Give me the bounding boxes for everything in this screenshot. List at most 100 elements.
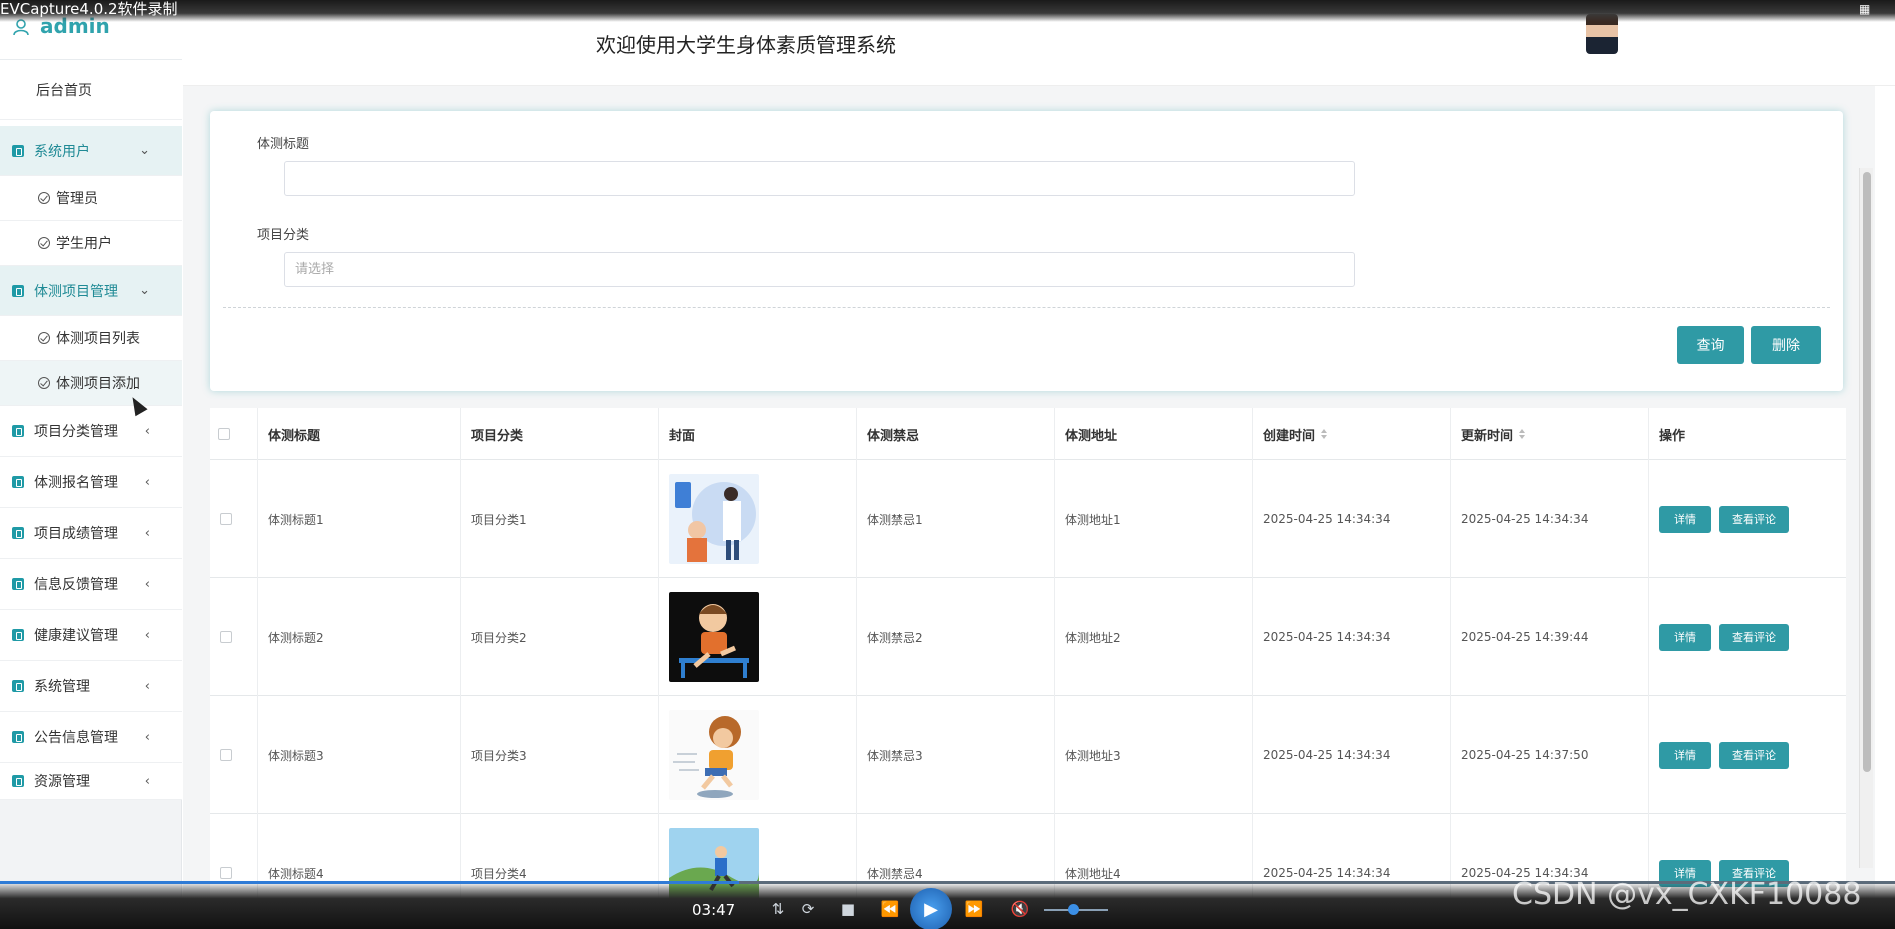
- column-header-sortable[interactable]: 创建时间: [1252, 408, 1450, 460]
- sidebar-group-health-advice[interactable]: 健康建议管理 ‹: [0, 610, 182, 661]
- select-all-checkbox[interactable]: [218, 428, 230, 440]
- row-checkbox[interactable]: [220, 749, 232, 761]
- chevron-down-icon: ⌄: [139, 283, 150, 298]
- chevron-left-icon: ‹: [144, 423, 150, 439]
- data-table: 体测标题 项目分类 封面 体测禁忌 体测地址 创建时间 更新时间 操作 体测标题…: [210, 408, 1846, 929]
- menu-doc-icon: [12, 284, 24, 297]
- column-header-sortable[interactable]: 更新时间: [1450, 408, 1648, 460]
- row-checkbox[interactable]: [220, 867, 232, 879]
- chevron-down-icon: ⌄: [139, 143, 150, 158]
- cell-updated-time: 2025-04-25 14:37:50: [1450, 696, 1648, 814]
- detail-button[interactable]: 详情: [1659, 741, 1711, 769]
- cell-title: 体测标题2: [257, 578, 460, 696]
- sidebar-item-label: 公告信息管理: [34, 730, 118, 746]
- sidebar-item-label: 资源管理: [34, 774, 90, 790]
- sidebar: admin 后台首页 系统用户 ⌄ 管理员 学生用户 体测项目管理 ⌄ 体测项目…: [0, 0, 182, 929]
- stop-icon[interactable]: ■: [834, 896, 862, 922]
- category-select[interactable]: 请选择: [284, 252, 1355, 287]
- sidebar-group-test-items[interactable]: 体测项目管理 ⌄: [0, 266, 182, 316]
- search-form: 体测标题 项目分类 请选择 查询 删除: [210, 111, 1843, 391]
- cover-image[interactable]: [669, 710, 759, 800]
- column-header: 体测禁忌: [856, 408, 1054, 460]
- chevron-left-icon: ‹: [144, 525, 150, 541]
- column-header: 封面: [658, 408, 856, 460]
- volume-knob[interactable]: [1067, 904, 1079, 915]
- playback-time: 03:47: [692, 901, 736, 919]
- cell-created-time: 2025-04-25 14:34:34: [1252, 696, 1450, 814]
- title-search-input[interactable]: [284, 161, 1355, 196]
- cell-cover: [658, 696, 856, 814]
- view-comments-button[interactable]: 查看评论: [1719, 741, 1789, 769]
- repeat-icon[interactable]: ⟳: [794, 896, 822, 922]
- category-field-label: 项目分类: [257, 228, 310, 243]
- column-header: 操作: [1648, 408, 1846, 460]
- sidebar-item-student-users[interactable]: 学生用户: [0, 221, 182, 266]
- sidebar-item-label: 管理员: [56, 191, 98, 207]
- table-header: 体测标题 项目分类 封面 体测禁忌 体测地址 创建时间 更新时间 操作: [210, 408, 1846, 460]
- cell-title: 体测标题1: [257, 460, 460, 578]
- menu-doc-icon: [12, 775, 24, 787]
- sidebar-group-resources[interactable]: 资源管理 ‹: [0, 763, 182, 800]
- detail-button[interactable]: 详情: [1659, 505, 1711, 533]
- chevron-left-icon: ‹: [144, 627, 150, 643]
- detail-button[interactable]: 详情: [1659, 623, 1711, 651]
- system-title: 欢迎使用大学生身体素质管理系统: [596, 33, 896, 57]
- sidebar-group-scores[interactable]: 项目成绩管理 ‹: [0, 508, 182, 559]
- sidebar-item-test-item-list[interactable]: 体测项目列表: [0, 316, 182, 361]
- page-scrollbar[interactable]: [1859, 168, 1873, 868]
- cell-taboo: 体测禁忌2: [856, 578, 1054, 696]
- scrollbar-thumb[interactable]: [1863, 172, 1871, 772]
- sidebar-group-system-users[interactable]: 系统用户 ⌄: [0, 126, 182, 176]
- cell-updated-time: 2025-04-25 14:39:44: [1450, 578, 1648, 696]
- row-checkbox[interactable]: [220, 513, 232, 525]
- cell-address: 体测地址3: [1054, 696, 1252, 814]
- title-field-label: 体测标题: [257, 137, 310, 152]
- cell-taboo: 体测禁忌1: [856, 460, 1054, 578]
- sidebar-menu: 后台首页 系统用户 ⌄ 管理员 学生用户 体测项目管理 ⌄ 体测项目列表 体测项…: [0, 60, 182, 800]
- sidebar-item-label: 信息反馈管理: [34, 577, 118, 593]
- mute-icon[interactable]: 🔇: [1006, 896, 1034, 922]
- table-row: 体测标题3 项目分类3 体测禁忌3 体测地址3 2025-04-25 14:34…: [210, 696, 1846, 814]
- query-button[interactable]: 查询: [1677, 326, 1744, 364]
- cell-category: 项目分类2: [460, 578, 658, 696]
- cover-image[interactable]: [669, 592, 759, 682]
- fullscreen-icon[interactable]: ▦: [1859, 2, 1875, 16]
- cell-category: 项目分类3: [460, 696, 658, 814]
- sidebar-group-category[interactable]: 项目分类管理 ‹: [0, 406, 182, 457]
- delete-button[interactable]: 删除: [1751, 326, 1821, 364]
- sidebar-item-test-item-add[interactable]: 体测项目添加: [0, 361, 182, 406]
- column-header: 体测地址: [1054, 408, 1252, 460]
- fast-forward-icon[interactable]: ⏩: [960, 896, 988, 922]
- sidebar-item-admins[interactable]: 管理员: [0, 176, 182, 221]
- table-row: 体测标题2 项目分类2 体测禁忌2 体测地址2 2025-04-25 14:34…: [210, 578, 1846, 696]
- chevron-left-icon: ‹: [144, 773, 150, 789]
- rewind-icon[interactable]: ⏪: [876, 896, 904, 922]
- sidebar-item-label: 学生用户: [56, 236, 112, 252]
- menu-doc-icon: [12, 578, 24, 590]
- sidebar-group-system[interactable]: 系统管理 ‹: [0, 661, 182, 712]
- play-icon[interactable]: ▶: [910, 888, 952, 929]
- column-header: 体测标题: [257, 408, 460, 460]
- menu-doc-icon: [12, 425, 24, 437]
- sidebar-group-announcements[interactable]: 公告信息管理 ‹: [0, 712, 182, 763]
- cell-created-time: 2025-04-25 14:34:34: [1252, 460, 1450, 578]
- check-circle-icon: [38, 377, 50, 389]
- shuffle-icon[interactable]: ⇅: [764, 896, 792, 922]
- column-header: 项目分类: [460, 408, 658, 460]
- sidebar-group-feedback[interactable]: 信息反馈管理 ‹: [0, 559, 182, 610]
- csdn-watermark: CSDN @vx_CXKF10088: [1512, 877, 1862, 912]
- sidebar-item-home[interactable]: 后台首页: [0, 60, 182, 120]
- menu-doc-icon: [12, 144, 24, 157]
- sidebar-item-label: 系统管理: [34, 679, 90, 695]
- menu-doc-icon: [12, 629, 24, 641]
- menu-doc-icon: [12, 731, 24, 743]
- chevron-left-icon: ‹: [144, 729, 150, 745]
- cover-image[interactable]: [669, 474, 759, 564]
- sidebar-group-registration[interactable]: 体测报名管理 ‹: [0, 457, 182, 508]
- view-comments-button[interactable]: 查看评论: [1719, 505, 1789, 533]
- row-checkbox[interactable]: [220, 631, 232, 643]
- check-circle-icon: [38, 332, 50, 344]
- view-comments-button[interactable]: 查看评论: [1719, 623, 1789, 651]
- cell-updated-time: 2025-04-25 14:34:34: [1450, 460, 1648, 578]
- form-divider: [223, 307, 1830, 308]
